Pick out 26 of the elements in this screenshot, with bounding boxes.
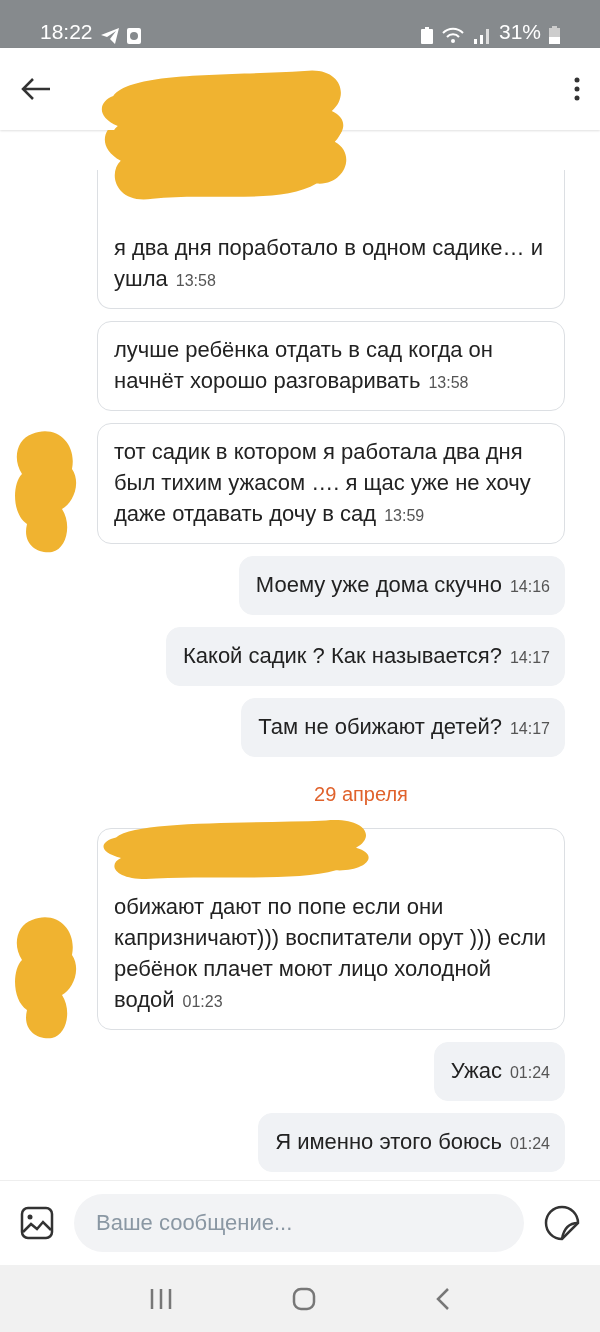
message-text: лучше ребёнка отдать в сад когда он начнёт хорошо разговаривать 13:58: [114, 337, 493, 393]
message-text: Я именно этого боюсь 01:24: [275, 1129, 550, 1154]
battery-saver-icon: [420, 27, 433, 44]
message-text: тот садик в котором я работала два дня был тихим ужасом …. я щас уже не хочу даже отдавать дочу в сад 13:59: [114, 439, 531, 526]
message-text: Ужас 01:24: [450, 1058, 550, 1083]
more-options-icon[interactable]: [574, 77, 580, 101]
paper-plane-icon: [100, 28, 119, 44]
image-icon[interactable]: [20, 1206, 54, 1240]
message-input[interactable]: Ваше сообщение...: [74, 1194, 524, 1252]
message-text: обижают дают по попе если они капризничают))) воспитатели орут ))) если ребёнок плачет моют лицо холодной водой 01:23: [114, 894, 547, 1012]
battery-percent: 31%: [498, 20, 541, 44]
home-icon[interactable]: [292, 1286, 316, 1311]
status-time: 18:22: [40, 20, 93, 44]
clock-icon: [126, 28, 141, 44]
message-text: я два дня поработало в одном садике… и ушла 13:58: [114, 235, 543, 291]
signal-icon: [472, 26, 491, 44]
wifi-icon: [440, 26, 465, 44]
battery-icon: [549, 26, 560, 44]
back-arrow-icon[interactable]: [20, 77, 52, 101]
message-text: Моему уже дома скучно 14:16: [255, 572, 550, 597]
message-text: Какой садик ? Как называется? 14:17: [182, 643, 550, 668]
recent-apps-icon[interactable]: [149, 1286, 174, 1311]
message-text: Там не обижают детей? 14:17: [258, 714, 550, 739]
sticker-icon[interactable]: [544, 1205, 580, 1241]
back-chevron-icon[interactable]: [434, 1286, 451, 1311]
date-separator: 29 апреля: [314, 783, 408, 806]
